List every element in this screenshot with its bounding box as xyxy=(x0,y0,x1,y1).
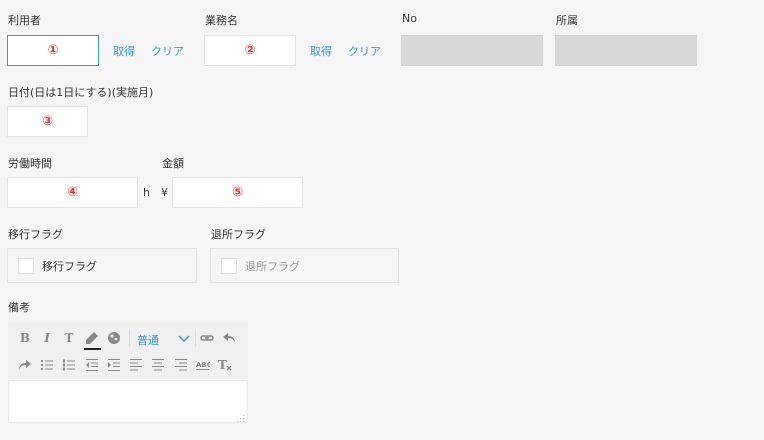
align-left-icon[interactable] xyxy=(129,358,143,372)
transfer-flag-checkbox[interactable] xyxy=(18,257,34,274)
bold-icon[interactable]: B xyxy=(18,331,32,345)
amount-unit: ¥ xyxy=(161,186,168,199)
affiliation-label: 所属 xyxy=(556,14,578,27)
svg-text:ABC: ABC xyxy=(196,361,210,369)
retire-flag-group: 退所フラグ xyxy=(210,248,399,283)
date-label: 日付(日は1日にする)(実施月) xyxy=(8,86,154,99)
spell-check-icon[interactable]: ABC xyxy=(196,358,210,372)
outdent-icon[interactable] xyxy=(85,358,99,372)
font-color-icon[interactable] xyxy=(85,331,99,345)
remarks-label: 備考 xyxy=(8,301,30,314)
format-select[interactable]: 普通 xyxy=(137,332,159,348)
align-center-icon[interactable] xyxy=(151,358,165,372)
hours-input[interactable]: ④ xyxy=(7,177,138,208)
numbered-list-icon[interactable] xyxy=(62,358,76,372)
user-clear-link[interactable]: クリア xyxy=(151,43,184,59)
clear-format-icon[interactable]: T xyxy=(218,358,232,372)
bullet-list-icon[interactable] xyxy=(40,358,54,372)
font-color-swatch xyxy=(84,348,101,350)
no-input xyxy=(401,35,543,66)
link-icon[interactable] xyxy=(200,331,214,345)
business-clear-link[interactable]: クリア xyxy=(348,43,381,59)
text-style-icon[interactable]: T xyxy=(62,331,76,345)
hours-unit: h xyxy=(143,186,150,199)
toolbar-divider xyxy=(129,329,130,347)
rich-text-toolbar: B I T 普通 ABC T xyxy=(8,322,248,378)
business-input[interactable]: ② xyxy=(204,35,296,66)
retire-flag-checkbox-label[interactable]: 退所フラグ xyxy=(245,258,300,274)
svg-text:T: T xyxy=(218,358,227,372)
background-color-icon[interactable] xyxy=(107,331,121,345)
business-label: 業務名 xyxy=(205,14,238,27)
transfer-flag-group: 移行フラグ xyxy=(7,248,197,283)
no-label: No xyxy=(402,12,417,25)
amount-label: 金額 xyxy=(162,157,184,170)
resize-handle-icon[interactable] xyxy=(237,413,245,422)
indent-icon[interactable] xyxy=(107,358,121,372)
retire-flag-checkbox[interactable] xyxy=(221,257,237,274)
undo-icon[interactable] xyxy=(222,331,236,345)
chevron-down-icon[interactable] xyxy=(177,331,191,345)
transfer-flag-checkbox-label[interactable]: 移行フラグ xyxy=(42,258,97,274)
remarks-editor[interactable] xyxy=(8,380,248,423)
business-fetch-link[interactable]: 取得 xyxy=(310,43,332,59)
affiliation-input xyxy=(555,35,697,66)
user-input[interactable]: ① xyxy=(7,35,99,66)
transfer-flag-label: 移行フラグ xyxy=(8,228,63,241)
italic-icon[interactable]: I xyxy=(40,331,54,345)
toolbar-divider xyxy=(195,329,196,347)
user-label: 利用者 xyxy=(8,14,41,27)
user-fetch-link[interactable]: 取得 xyxy=(113,43,135,59)
date-input[interactable]: ③ xyxy=(7,106,88,137)
retire-flag-label: 退所フラグ xyxy=(211,228,266,241)
redo-icon[interactable] xyxy=(18,358,32,372)
hours-label: 労働時間 xyxy=(8,157,52,170)
align-right-icon[interactable] xyxy=(174,358,188,372)
amount-input[interactable]: ⑤ xyxy=(172,177,303,208)
